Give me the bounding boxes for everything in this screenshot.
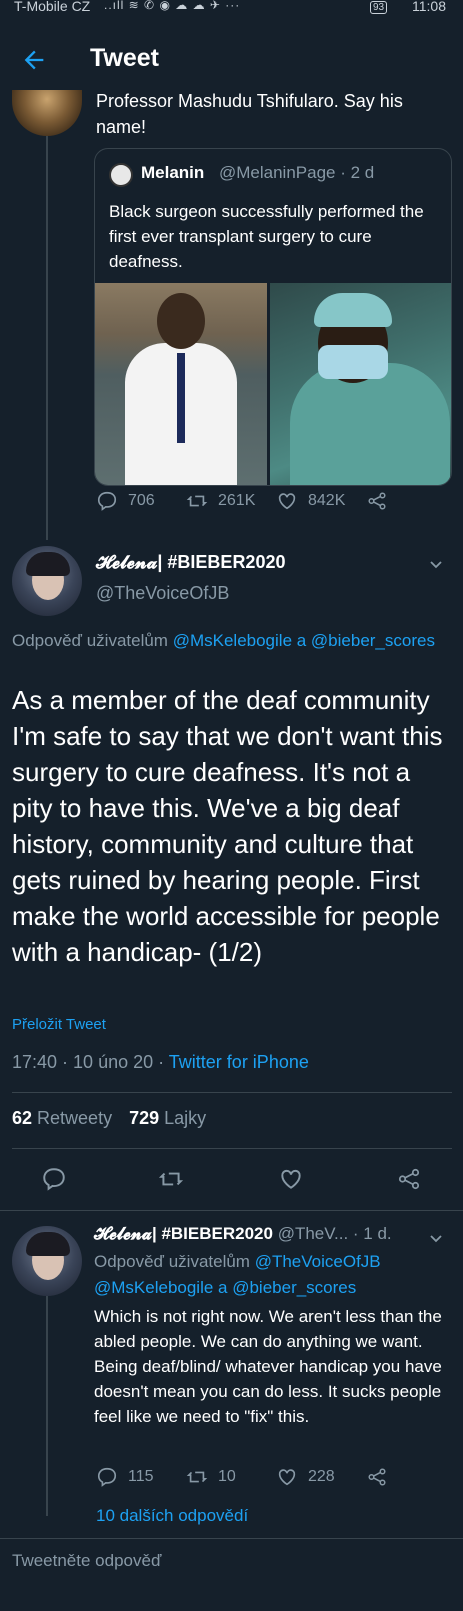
- quoted-author-handle: @MelaninPage · 2 d: [219, 163, 375, 182]
- like-count: 228: [308, 1468, 335, 1485]
- reply-icon[interactable]: [96, 1466, 118, 1488]
- compose-reply-bar[interactable]: Tweetněte odpověď: [0, 1538, 463, 1611]
- avatar[interactable]: [12, 90, 82, 136]
- page-title: Tweet: [90, 44, 159, 72]
- translate-link[interactable]: Přeložit Tweet: [12, 1016, 106, 1033]
- like-count: 729: [129, 1108, 160, 1128]
- retweet-stat[interactable]: 62 Retweety: [12, 1108, 112, 1128]
- carrier-label: T-Mobile CZ: [14, 0, 91, 14]
- avatar[interactable]: [12, 1226, 82, 1296]
- photo-surgeon-operating[interactable]: [270, 283, 451, 485]
- tweet-meta: 17:40 · 10 úno 20 · Twitter for iPhone: [12, 1052, 309, 1073]
- replying-to-label: Odpověď uživatelům: [94, 1252, 255, 1271]
- thread-line: [46, 1296, 48, 1516]
- avatar[interactable]: [12, 546, 82, 616]
- author-name: 𝓗𝓮𝓵𝓮𝓷𝓪| #BIEBER2020: [94, 1224, 273, 1243]
- like-icon[interactable]: [276, 1466, 298, 1488]
- replying-to-label: Odpověď uživatelům: [12, 631, 173, 650]
- tweet-stats: 62 Retweety 729 Lajky: [12, 1108, 206, 1129]
- retweet-icon[interactable]: [186, 1466, 208, 1488]
- retweet-label: Retweety: [32, 1108, 113, 1128]
- tie-shape: [177, 353, 185, 443]
- like-count: 842K: [308, 492, 346, 509]
- tweet-text: Professor Mashudu Tshifularo. Say his na…: [96, 91, 403, 137]
- author-name[interactable]: 𝓗𝓮𝓵𝓮𝓷𝓪| #BIEBER2020: [96, 552, 285, 573]
- reply-icon[interactable]: [41, 1166, 67, 1192]
- replying-to-users[interactable]: @MsKelebogile a @bieber_scores: [173, 631, 435, 650]
- quoted-tweet-card[interactable]: Melanin @MelaninPage · 2 d Black surgeon…: [94, 148, 452, 486]
- reply-count: 115: [128, 1468, 154, 1485]
- surgical-cap-shape: [314, 293, 392, 327]
- share-icon[interactable]: [366, 1466, 388, 1488]
- reply-header[interactable]: 𝓗𝓮𝓵𝓮𝓷𝓪| #BIEBER2020 @TheV... · 1 d.: [94, 1224, 392, 1244]
- chevron-down-icon[interactable]: [428, 556, 444, 572]
- more-replies-link[interactable]: 10 dalších odpovědí: [96, 1506, 248, 1526]
- back-arrow-icon[interactable]: [20, 46, 48, 74]
- retweet-icon[interactable]: [158, 1166, 184, 1192]
- author-handle-time: @TheV... · 1 d.: [272, 1224, 392, 1243]
- author-handle[interactable]: @TheVoiceOfJB: [96, 583, 229, 604]
- retweet-count: 62: [12, 1108, 33, 1128]
- hair-shape: [26, 552, 70, 576]
- replying-to: Odpověď uživatelům @MsKelebogile a @bieb…: [12, 628, 452, 654]
- status-bar: T-Mobile CZ ..ıll ≋ ✆ ◉ ☁ ☁ ✈ ··· 93 11:…: [0, 0, 463, 18]
- tweet-text: As a member of the deaf community I'm sa…: [12, 685, 443, 967]
- share-icon[interactable]: [366, 490, 388, 512]
- tweet-actions: 706 261K 842K: [96, 490, 396, 514]
- surgical-mask-shape: [318, 345, 388, 379]
- like-stat[interactable]: 729 Lajky: [129, 1108, 206, 1128]
- notification-icons: ..ıll ≋ ✆ ◉ ☁ ☁ ✈ ···: [104, 0, 241, 12]
- photo-surgeon-portrait[interactable]: [95, 283, 267, 485]
- hair-shape: [26, 1232, 70, 1256]
- clock: 11:08: [412, 0, 446, 14]
- reply-count: 706: [128, 492, 155, 509]
- retweet-count: 10: [218, 1468, 236, 1485]
- tweet-action-bar: [0, 1166, 463, 1194]
- divider: [12, 1148, 452, 1149]
- chevron-down-icon[interactable]: [428, 1230, 444, 1246]
- thread-line: [46, 136, 48, 540]
- like-icon[interactable]: [278, 1166, 304, 1192]
- timestamp: 17:40 · 10 úno 20 ·: [12, 1052, 169, 1072]
- battery-icon: 93: [370, 1, 388, 14]
- tweet-text: Which is not right now. We aren't less t…: [94, 1307, 442, 1426]
- retweet-count: 261K: [218, 492, 256, 509]
- scrubs-shape: [290, 363, 450, 485]
- compose-reply-input[interactable]: Tweetněte odpověď: [12, 1551, 161, 1571]
- quoted-tweet-text: Black surgeon successfully performed the…: [109, 202, 424, 271]
- tweet-actions: 115 10 228: [96, 1466, 396, 1490]
- retweet-icon[interactable]: [186, 490, 208, 512]
- divider: [0, 1210, 463, 1211]
- like-icon[interactable]: [276, 490, 298, 512]
- avatar: [109, 163, 133, 187]
- reply-icon[interactable]: [96, 490, 118, 512]
- replying-to: Odpověď uživatelům @TheVoiceOfJB @MsKele…: [94, 1249, 444, 1301]
- head-shape: [157, 293, 205, 349]
- like-label: Lajky: [159, 1108, 207, 1128]
- divider: [12, 1092, 452, 1093]
- quoted-author-name: Melanin: [141, 163, 205, 182]
- source-link[interactable]: Twitter for iPhone: [169, 1052, 309, 1072]
- share-icon[interactable]: [396, 1166, 422, 1192]
